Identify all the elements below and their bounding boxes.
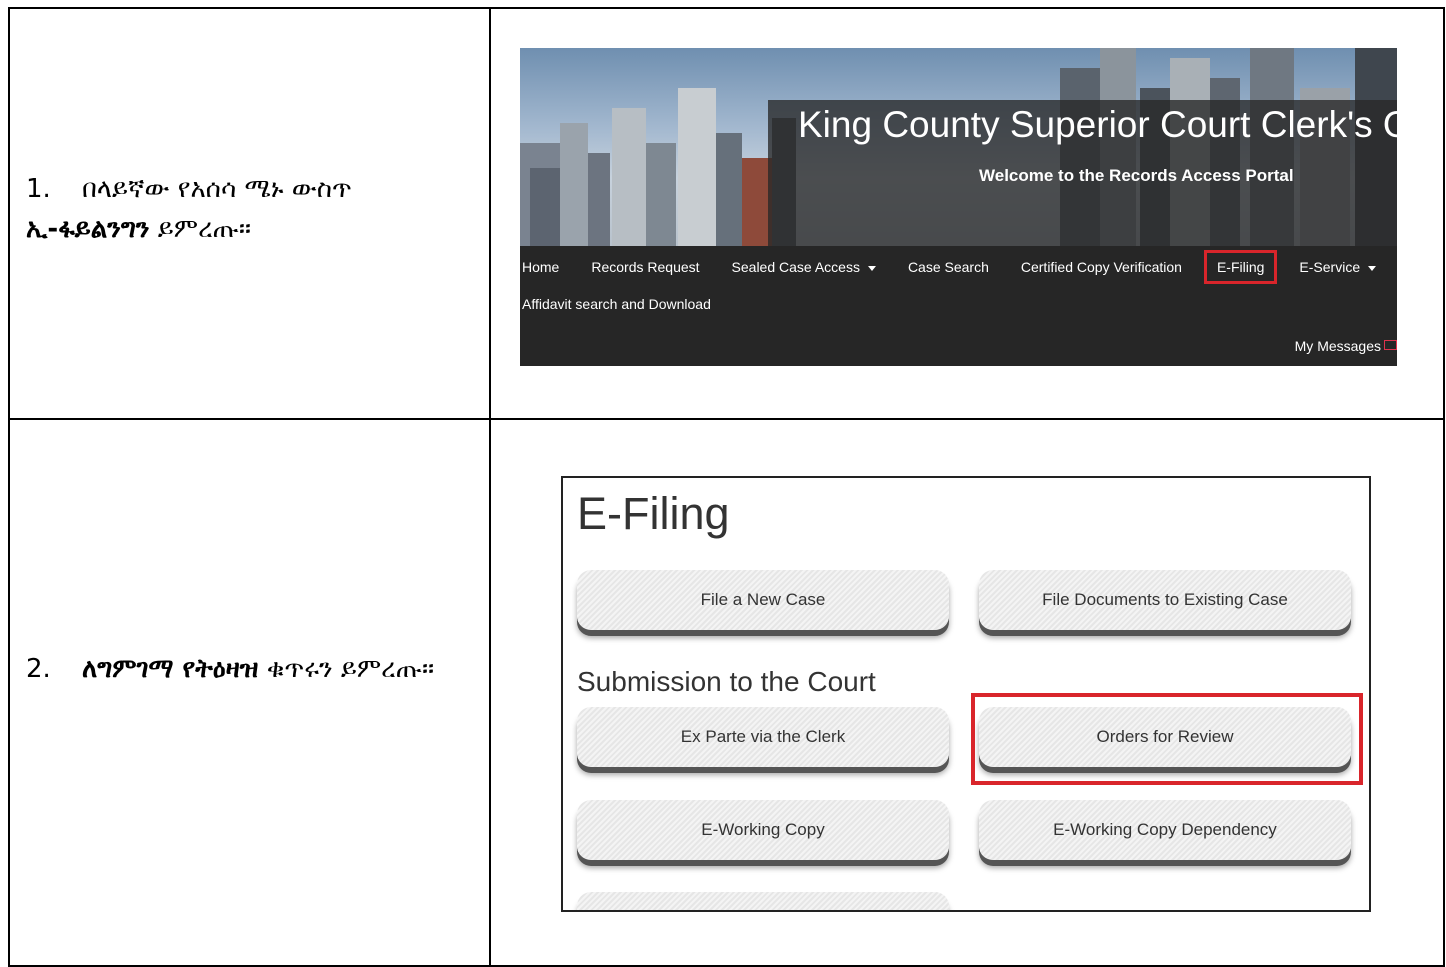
row-divider — [10, 418, 1443, 420]
step-1-text: 1. በላይኛው የአሰሳ ሜኑ ውስጥ ኢ-ፋይልንግን ይምረጡ። — [26, 169, 476, 249]
step-1-number: 1. — [26, 174, 51, 204]
nav-case-search[interactable]: Case Search — [892, 253, 1005, 281]
highlight-box — [971, 693, 1363, 785]
nav-home[interactable]: Home — [520, 253, 575, 281]
nav-e-service-label: E-Service — [1299, 259, 1361, 275]
portal-header-screenshot: King County Superior Court Clerk's O Wel… — [520, 48, 1397, 366]
portal-navbar: Home Records Request Sealed Case Access … — [520, 246, 1397, 366]
portal-title-box: King County Superior Court Clerk's O Wel… — [768, 100, 1397, 246]
mail-icon[interactable] — [1384, 340, 1397, 350]
caret-down-icon — [867, 265, 876, 271]
portal-subtitle: Welcome to the Records Access Portal — [979, 166, 1294, 185]
step-2-after: ቁጥሩን ይምረጡ። — [258, 654, 435, 684]
nav-affidavit[interactable]: Affidavit search and Download — [522, 296, 711, 312]
efiling-screenshot: E-Filing File a New Case File Documents … — [561, 476, 1371, 912]
submission-heading: Submission to the Court — [577, 666, 876, 697]
portal-title: King County Superior Court Clerk's O — [798, 104, 1397, 145]
partial-button[interactable] — [577, 892, 949, 910]
nav-sealed-label: Sealed Case Access — [731, 259, 860, 275]
nav-e-service[interactable]: E-Service — [1283, 253, 1392, 281]
file-new-case-button[interactable]: File a New Case — [577, 570, 949, 630]
e-working-copy-dependency-button[interactable]: E-Working Copy Dependency — [979, 800, 1351, 860]
step-1-before: በላይኛው የአሰሳ ሜኑ ውስጥ — [82, 174, 352, 204]
nav-records-request[interactable]: Records Request — [575, 253, 715, 281]
nav-sealed-case-access[interactable]: Sealed Case Access — [716, 253, 892, 281]
nav-e-filing[interactable]: E-Filing — [1203, 250, 1278, 284]
column-divider — [489, 9, 491, 965]
caret-down-icon — [1368, 265, 1377, 271]
step-2-number: 2. — [26, 654, 51, 684]
ex-parte-button[interactable]: Ex Parte via the Clerk — [577, 707, 949, 767]
my-messages-link[interactable]: My Messages — [1295, 338, 1381, 354]
efiling-title: E-Filing — [577, 488, 730, 539]
nav-certified-copy[interactable]: Certified Copy Verification — [1005, 253, 1198, 281]
step-2-bold: ለግምገማ የትዕዛዝ — [82, 654, 259, 684]
nav-row: Home Records Request Sealed Case Access … — [520, 250, 1392, 284]
step-1-bold: ኢ-ፋይልንግን — [26, 214, 150, 244]
file-documents-button[interactable]: File Documents to Existing Case — [979, 570, 1351, 630]
step-1-after: ይምረጡ። — [149, 214, 251, 244]
step-2-text: 2. ለግምገማ የትዕዛዝ ቁጥሩን ይምረጡ። — [26, 649, 476, 689]
e-working-copy-button[interactable]: E-Working Copy — [577, 800, 949, 860]
